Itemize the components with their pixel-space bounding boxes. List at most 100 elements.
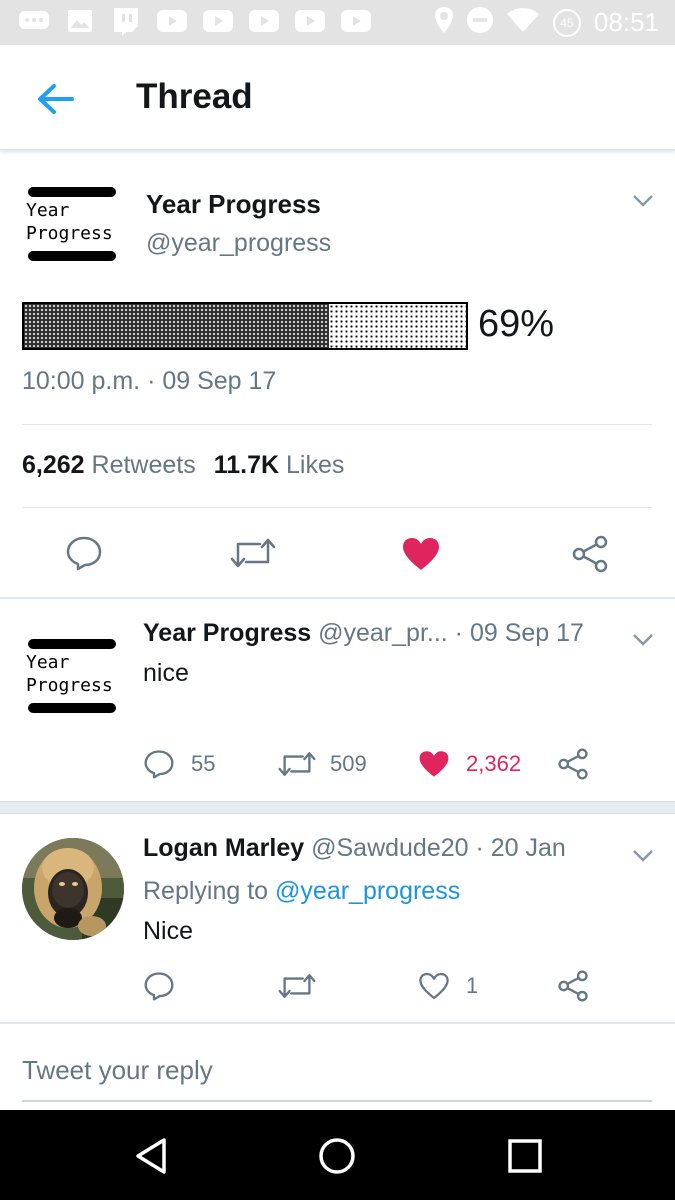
do-not-disturb-icon — [466, 6, 494, 39]
author-name[interactable]: Year Progress — [143, 619, 311, 647]
progress-bar-fill — [24, 304, 329, 348]
share-button[interactable] — [557, 970, 589, 1002]
likes-count: 11.7K — [213, 451, 280, 479]
system-icons: 45 08:51 — [434, 6, 659, 39]
like-button[interactable]: 2,362 — [418, 749, 521, 779]
battery-icon: 45 — [552, 8, 582, 38]
battery-level: 45 — [560, 15, 574, 30]
author-handle[interactable]: @year_progress — [146, 229, 331, 258]
youtube-icon — [156, 8, 188, 34]
retweet-count: 509 — [330, 751, 367, 776]
divider — [22, 507, 652, 508]
heart-outline-icon — [419, 972, 449, 1000]
circle-home-icon — [319, 1138, 355, 1174]
retweets-stat[interactable]: 6,262 Retweets — [22, 451, 196, 479]
youtube-icon — [340, 8, 372, 34]
share-icon — [558, 970, 588, 1002]
avatar[interactable] — [22, 838, 124, 940]
arrow-left-icon — [38, 84, 74, 114]
retweet-icon — [230, 538, 276, 568]
likes-label: Likes — [286, 451, 345, 479]
chevron-down-icon — [633, 195, 653, 207]
image-icon — [64, 8, 96, 34]
divider — [22, 424, 652, 425]
nav-home-button[interactable] — [315, 1134, 359, 1178]
tweet-menu-button[interactable] — [632, 194, 654, 208]
compose-reply — [0, 1022, 675, 1110]
location-icon — [434, 6, 454, 39]
retweet-button[interactable] — [230, 537, 276, 569]
likes-stat[interactable]: 11.7K Likes — [214, 451, 345, 479]
message-icon — [18, 8, 50, 34]
youtube-icon — [202, 8, 234, 34]
reply-icon — [144, 972, 174, 1001]
main-tweet: Year Progress Year Progress @year_progre… — [0, 151, 675, 599]
twitch-icon — [110, 8, 142, 36]
navigation-bar — [0, 1110, 675, 1200]
chevron-down-icon — [633, 850, 653, 862]
youtube-icon — [248, 8, 280, 34]
author-name[interactable]: Logan Marley — [143, 834, 304, 862]
logo-text-line2: Progress — [26, 675, 113, 696]
progress-percentage: 69% — [478, 303, 555, 345]
like-count: 1 — [466, 973, 479, 998]
like-count: 2,362 — [466, 751, 522, 776]
tweet-header: Logan Marley @Sawdude20 · 20 Jan — [143, 834, 566, 863]
tweet-menu-button[interactable] — [632, 633, 654, 647]
tweet-header: Year Progress @year_pr... · 09 Sep 17 — [143, 619, 584, 648]
reply-icon — [144, 750, 174, 779]
year-progress-logo[interactable]: Year Progress — [24, 187, 120, 261]
triangle-back-icon — [136, 1138, 166, 1174]
status-bar: 45 08:51 — [0, 0, 675, 45]
heart-filled-icon — [403, 538, 439, 570]
input-underline — [22, 1100, 652, 1102]
chevron-down-icon — [633, 634, 653, 646]
page-title: Thread — [136, 77, 253, 116]
replying-to: Replying to @year_progress — [143, 877, 460, 906]
author-name[interactable]: Year Progress — [146, 189, 321, 220]
retweet-icon — [278, 752, 316, 776]
author-handle-date: @Sawdude20 · 20 Jan — [311, 834, 566, 862]
retweet-button[interactable] — [278, 972, 316, 1000]
tweet-text: Nice — [143, 917, 194, 945]
wifi-icon — [506, 7, 540, 38]
tweet-timestamp: 10:00 p.m. · 09 Sep 17 — [22, 367, 277, 395]
tweet-menu-button[interactable] — [632, 849, 654, 863]
replying-to-label: Replying to — [143, 877, 269, 905]
back-button[interactable] — [34, 81, 78, 117]
year-progress-logo[interactable]: Year Progress — [24, 639, 120, 713]
notification-icons — [18, 8, 372, 36]
share-button[interactable] — [571, 535, 609, 573]
retweets-label: Retweets — [91, 451, 196, 479]
reply-count: 55 — [191, 751, 216, 776]
share-icon — [558, 748, 588, 780]
like-button[interactable] — [401, 536, 441, 572]
thread-separator — [0, 801, 675, 814]
tweet-stats: 6,262 Retweets 11.7K Likes — [22, 451, 344, 480]
share-icon — [572, 535, 608, 573]
share-button[interactable] — [557, 748, 589, 780]
retweet-icon — [278, 974, 316, 998]
progress-bar — [22, 302, 468, 350]
logo-text-line1: Year — [26, 200, 70, 221]
reply-button[interactable]: 55 — [143, 749, 215, 779]
like-button[interactable]: 1 — [418, 971, 478, 1001]
logo-text-line2: Progress — [26, 223, 113, 244]
reply-button[interactable] — [143, 971, 175, 1001]
mention-link[interactable]: @year_progress — [275, 877, 460, 905]
nav-recents-button[interactable] — [503, 1134, 547, 1178]
retweets-count: 6,262 — [22, 451, 85, 479]
clock: 08:51 — [593, 7, 659, 37]
tweet-text: nice — [143, 659, 189, 687]
youtube-icon — [294, 8, 326, 34]
author-handle-date: @year_pr... · 09 Sep 17 — [318, 619, 584, 647]
square-recents-icon — [508, 1139, 542, 1173]
app-bar: Thread — [0, 45, 675, 151]
nav-back-button[interactable] — [130, 1134, 174, 1178]
reply-icon — [66, 536, 102, 571]
reply-tweet[interactable]: Year Progress Year Progress @year_pr... … — [0, 599, 675, 801]
reply-button[interactable] — [65, 535, 103, 571]
reply-input[interactable] — [22, 1050, 652, 1090]
retweet-button[interactable]: 509 — [278, 750, 367, 778]
heart-filled-icon — [419, 751, 449, 777]
